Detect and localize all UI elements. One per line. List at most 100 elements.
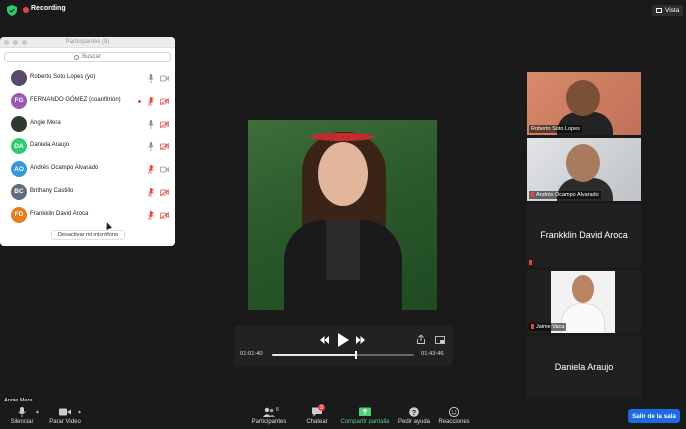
help-label: Pedir ayuda [397,419,431,425]
tile-name: Andrés Ocampo Alvarado [529,191,601,199]
participant-name: Angie Mera [30,119,61,126]
chat-unread-badge: 2 [318,404,325,411]
current-time: 01:01:40 [240,351,263,357]
participant-name: FERNANDO GÓMEZ (coanfitrión) [30,96,121,103]
mute-button[interactable]: Silenciar [8,401,36,429]
participant-search-input[interactable]: Buscar [4,52,171,62]
reactions-label: Reacciones [438,419,470,425]
participant-name: Brithany Castillo [30,187,74,194]
video-off-icon[interactable] [160,211,169,219]
avatar [11,115,27,132]
muted-microphone-icon[interactable] [148,165,154,175]
chat-button[interactable]: Chatear [304,401,330,429]
tile-center-name: Frankklin David Aroca [540,230,628,240]
view-button[interactable]: Vista [652,5,684,16]
recording-indicator-dot-icon [138,99,141,103]
avatar: DA [11,138,27,155]
avatar: FG [11,92,27,109]
participant-name: Andrés Ocampo Alvarado [30,165,99,172]
muted-microphone-icon[interactable] [148,187,154,197]
microphone-icon [18,407,26,417]
tile-person-body [561,303,605,333]
video-player-controls: 01:01:40 01:43:46 [234,326,453,366]
participant-row[interactable]: Angie Mera [0,113,175,136]
video-off-icon[interactable] [160,143,169,151]
participant-row[interactable]: Roberto Soto Lopes (yo) [0,67,175,90]
tile-center-name: Daniela Araujo [554,362,614,372]
share-screen-icon [359,407,371,416]
participants-button[interactable]: Participantes [251,401,287,429]
security-shield-icon[interactable] [7,5,17,16]
microphone-icon[interactable] [148,142,154,152]
participants-label: Participantes [251,419,287,425]
participant-row[interactable]: FG FERNANDO GÓMEZ (coanfitrión) [0,90,175,113]
picture-in-picture-icon[interactable] [435,336,445,344]
chat-label: Chatear [306,419,328,425]
video-off-icon[interactable] [160,97,169,105]
mute-me-button[interactable]: Desactivar mi micrófono [51,230,125,240]
participant-tile-daniela[interactable]: Daniela Araujo [527,336,641,399]
video-options-chevron-icon[interactable]: ▲ [77,409,82,415]
svg-text:?: ? [412,410,416,417]
participant-row[interactable]: AO Andrés Ocampo Alvarado [0,158,175,181]
recording-dot-icon [23,7,29,13]
video-label: Parar Video [49,419,81,425]
seek-bar-thumb[interactable] [354,350,357,359]
participant-tile-roberto[interactable]: Roberto Soto Lopes [527,72,641,135]
tile-person-head [572,275,594,303]
participant-row[interactable]: BC Brithany Castillo [0,181,175,204]
participant-tile-andres[interactable]: Andrés Ocampo Alvarado [527,138,641,201]
leave-room-button[interactable]: Salir de la sala [628,409,680,423]
seek-bar[interactable] [272,350,414,359]
muted-microphone-icon[interactable] [148,210,154,220]
tile-person-head [566,144,600,182]
avatar: AO [11,161,27,178]
zoom-meeting-window: Recording Vista Participantes (8) Buscar… [0,0,686,429]
meeting-toolbar: Silenciar ▲ Parar Video ▲ Participantes … [0,401,686,429]
video-person-shirt [326,220,360,280]
stop-video-button[interactable]: Parar Video [48,401,82,429]
audio-options-chevron-icon[interactable]: ▲ [35,409,40,415]
grid-view-icon [656,8,662,13]
seek-bar-progress [272,353,356,356]
participants-icon [263,407,275,417]
avatar [11,70,27,86]
video-person-headband [310,133,374,141]
participant-row[interactable]: FD Frankklin David Aroca [0,204,175,227]
participant-row[interactable]: DA Daniela Araujo [0,135,175,158]
panel-titlebar[interactable]: Participantes (8) [0,37,175,48]
muted-microphone-icon[interactable] [148,96,154,106]
microphone-icon[interactable] [148,119,154,129]
participants-count: 8 [276,407,279,413]
reactions-button[interactable]: Reacciones [436,401,472,429]
participant-name: Daniela Araujo [30,142,70,149]
video-off-icon[interactable] [160,188,169,196]
video-camera-icon [59,408,71,416]
tile-name: Jaime Vaca [529,323,567,331]
share-icon[interactable] [417,335,425,344]
video-off-icon[interactable] [160,120,169,128]
ask-for-help-button[interactable]: ? Pedir ayuda [397,401,431,429]
avatar: BC [11,183,27,200]
microphone-icon[interactable] [148,74,154,83]
share-label: Compartir pantalla [340,419,390,425]
participant-name: Frankklin David Aroca [30,210,89,217]
share-screen-button[interactable]: Compartir pantalla [339,401,391,429]
participant-list: Roberto Soto Lopes (yo) FG FERNANDO GÓMEZ … [0,67,175,227]
participant-tile-frankklin[interactable]: Frankklin David Aroca [527,204,641,267]
video-camera-icon[interactable] [160,166,169,173]
play-icon[interactable] [338,333,349,347]
search-placeholder: Buscar [82,54,101,60]
fast-forward-icon[interactable] [356,336,365,344]
rewind-icon[interactable] [320,336,329,344]
view-label: Vista [665,7,680,14]
avatar: FD [11,206,27,223]
recording-label: Recording [31,5,66,12]
participant-tile-jaime[interactable]: Jaime Vaca [527,270,641,333]
mute-label: Silenciar [10,419,34,425]
video-camera-icon[interactable] [160,75,169,82]
smiley-reaction-icon [448,407,460,417]
tile-person-head [566,80,600,116]
video-person-face [318,142,368,206]
search-icon [74,54,80,60]
